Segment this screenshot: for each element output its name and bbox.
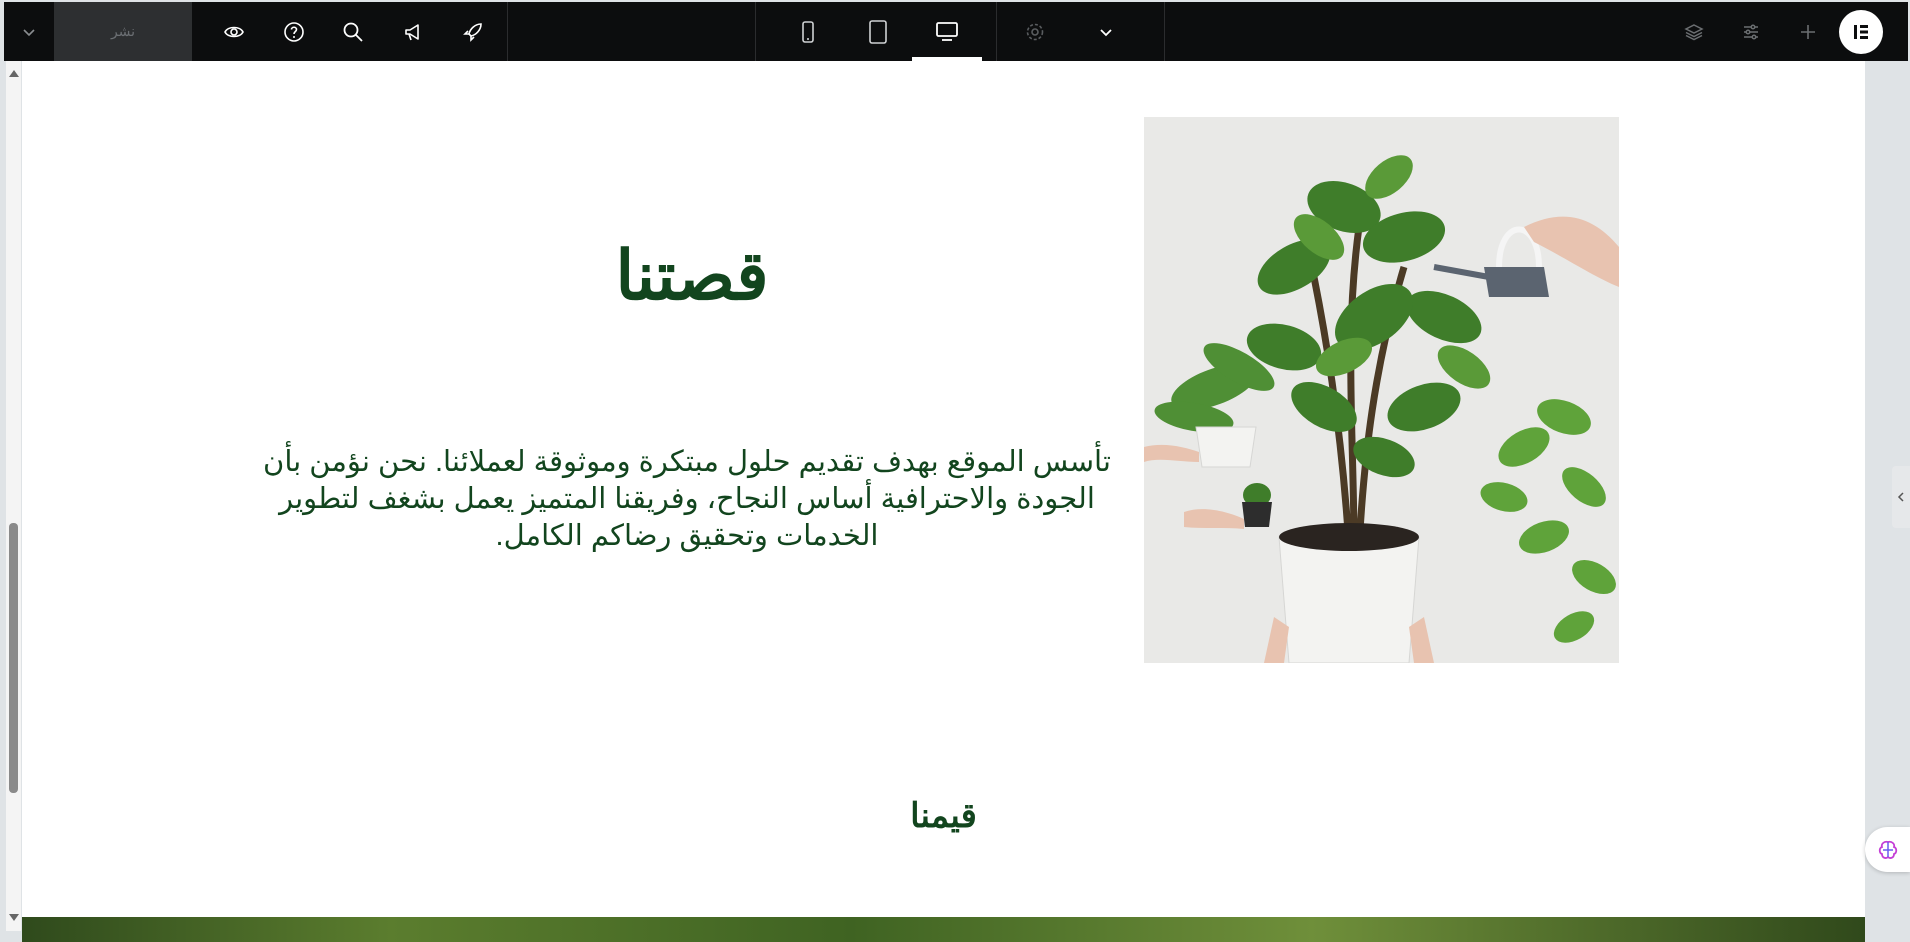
eye-icon	[224, 26, 244, 37]
elementor-logo-icon	[1854, 25, 1868, 39]
plus-icon	[1801, 24, 1815, 39]
ai-brain-icon	[1878, 840, 1897, 859]
mobile-icon	[802, 20, 814, 43]
publish-options-button[interactable]	[4, 2, 54, 61]
help-button[interactable]	[272, 2, 316, 61]
divider	[1164, 2, 1165, 61]
search-icon	[343, 22, 363, 42]
gear-icon	[1026, 23, 1044, 40]
editor-top-bar: نشر	[4, 2, 1908, 61]
next-section-background	[22, 917, 1865, 942]
sliders-icon	[1744, 23, 1758, 40]
plants-illustration	[1144, 117, 1619, 663]
page-settings-button[interactable]	[1013, 2, 1057, 61]
question-icon	[284, 21, 304, 42]
chevron-down-icon	[1100, 28, 1112, 36]
mobile-view-button[interactable]	[786, 2, 830, 61]
search-button[interactable]	[331, 2, 375, 61]
rocket-icon	[463, 22, 482, 42]
scrollbar-thumb[interactable]	[9, 523, 18, 793]
tablet-icon	[869, 19, 887, 44]
notifications-button[interactable]	[392, 2, 436, 61]
chevron-down-icon	[23, 28, 35, 36]
launch-button[interactable]	[451, 2, 495, 61]
elementor-logo-button[interactable]	[1839, 10, 1883, 54]
structure-button[interactable]	[1672, 2, 1716, 61]
plants-image[interactable]	[1144, 117, 1619, 663]
chevron-left-icon	[1897, 492, 1904, 502]
layers-icon	[1684, 23, 1704, 40]
megaphone-icon	[405, 23, 419, 40]
desktop-icon	[936, 21, 958, 41]
panel-toggle-button[interactable]	[1892, 466, 1910, 528]
tablet-view-button[interactable]	[856, 2, 900, 61]
story-paragraph[interactable]: تأسس الموقع بهدف تقديم حلول مبتكرة وموثو…	[252, 444, 1122, 555]
vertical-scrollbar[interactable]	[6, 61, 21, 931]
preview-button[interactable]	[212, 2, 256, 61]
desktop-view-button[interactable]	[924, 2, 970, 61]
site-settings-button[interactable]	[1729, 2, 1773, 61]
add-element-button[interactable]	[1786, 2, 1830, 61]
values-heading[interactable]: قيمنا	[22, 796, 1865, 836]
divider	[996, 2, 997, 61]
scroll-up-arrow[interactable]	[9, 70, 19, 77]
page-canvas: قصتنا تأسس الموقع بهدف تقديم حلول مبتكرة…	[22, 61, 1865, 917]
scroll-down-arrow[interactable]	[9, 914, 19, 921]
more-options-button[interactable]	[1084, 2, 1128, 61]
ai-assistant-button[interactable]	[1865, 827, 1910, 872]
publish-button[interactable]: نشر	[54, 2, 192, 61]
divider	[507, 2, 508, 61]
divider	[755, 2, 756, 61]
